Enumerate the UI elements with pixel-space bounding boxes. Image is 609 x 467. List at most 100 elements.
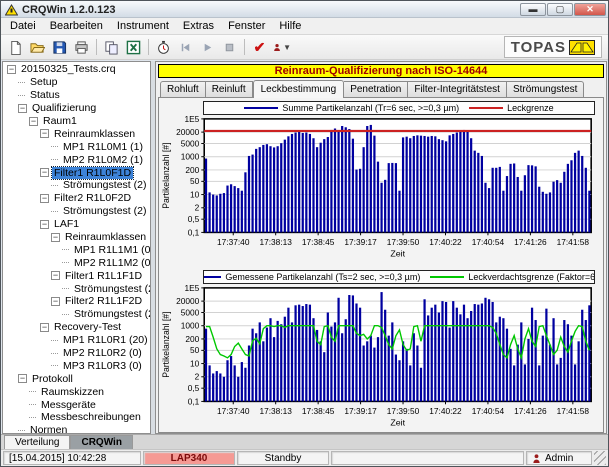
tree-item[interactable]: MP3 R1L0R3 (0): [5, 359, 150, 372]
tree-connector: [18, 430, 25, 431]
svg-text:1000: 1000: [181, 153, 200, 162]
svg-text:2: 2: [195, 204, 200, 213]
tab-penetration[interactable]: Penetration: [344, 81, 408, 97]
tree-item[interactable]: −Filter2 R1L0F2D: [5, 192, 150, 205]
tree-item[interactable]: MP1 R1L0R1 (20): [5, 334, 150, 347]
tree-item[interactable]: MP1 R1L1M1 (0): [5, 243, 150, 256]
tree-item[interactable]: MP2 R1L0R2 (0): [5, 347, 150, 360]
tree-item[interactable]: Messgeräte: [5, 398, 150, 411]
svg-text:17:37:40: 17:37:40: [217, 407, 250, 416]
tree-item[interactable]: MP2 R1L0M2 (1): [5, 153, 150, 166]
tree-item[interactable]: −Qualifizierung: [5, 102, 150, 115]
tree-item-label: Reinraumklassen: [52, 128, 137, 140]
close-button[interactable]: ✕: [574, 3, 606, 16]
tree-item-label: Filter2 R1L0F2D: [52, 192, 133, 204]
tree-expand-icon[interactable]: −: [18, 374, 27, 383]
menu-item-hilfe[interactable]: Hilfe: [272, 19, 308, 33]
tree-item[interactable]: MP2 R1L1M2 (0): [5, 256, 150, 269]
start-button[interactable]: [197, 37, 218, 57]
check-button[interactable]: ✔: [249, 37, 270, 57]
tree-item[interactable]: −Protokoll: [5, 372, 150, 385]
tree-item[interactable]: MP1 R1L0M1 (1): [5, 140, 150, 153]
qualification-panel: Reinraum-Qualifizierung nach ISO-14644 R…: [155, 61, 607, 434]
excel-export-icon: [126, 40, 141, 55]
svg-text:17:38:45: 17:38:45: [302, 407, 335, 416]
tab-filter-integrit-tstest[interactable]: Filter-Integritätstest: [408, 81, 507, 97]
tree-item[interactable]: Normen: [5, 424, 150, 434]
stop-icon: [222, 40, 237, 55]
timer-button[interactable]: [153, 37, 174, 57]
menu-item-datei[interactable]: Datei: [3, 19, 43, 33]
svg-text:1000: 1000: [181, 322, 200, 331]
tree-item-label: Strömungstest (2): [61, 179, 148, 191]
tree-expand-icon[interactable]: −: [51, 297, 60, 306]
svg-text:17:39:50: 17:39:50: [387, 238, 420, 247]
tab-reinluft[interactable]: Reinluft: [206, 81, 253, 97]
resize-grip[interactable]: [594, 451, 606, 465]
tree-item-label: MP1 R1L0M1 (1): [61, 141, 145, 153]
view-tab-verteilung[interactable]: Verteilung: [4, 435, 70, 449]
tree-item[interactable]: Strömungstest (2): [5, 308, 150, 321]
tree-expand-icon[interactable]: −: [51, 233, 60, 242]
svg-text:5000: 5000: [181, 139, 200, 148]
svg-text:1E5: 1E5: [184, 285, 199, 293]
tree-item[interactable]: Raumskizzen: [5, 385, 150, 398]
menu-item-bearbeiten[interactable]: Bearbeiten: [43, 19, 110, 33]
tree-item[interactable]: −Recovery-Test: [5, 321, 150, 334]
step-back-button[interactable]: [175, 37, 196, 57]
menu-item-fenster[interactable]: Fenster: [221, 19, 272, 33]
tree-item-label: LAF1: [52, 218, 81, 230]
view-tab-crqwin[interactable]: CRQWin: [70, 435, 132, 449]
tree-connector: [62, 314, 69, 315]
tree-item[interactable]: −Filter1 R1L1F1D: [5, 269, 150, 282]
stop-button[interactable]: [219, 37, 240, 57]
svg-text:17:41:26: 17:41:26: [514, 238, 547, 247]
tab-rohluft[interactable]: Rohluft: [160, 81, 206, 97]
menu-item-instrument[interactable]: Instrument: [110, 19, 176, 33]
svg-text:17:38:13: 17:38:13: [259, 238, 292, 247]
tree-expand-icon[interactable]: −: [40, 194, 49, 203]
minimize-button[interactable]: ▬: [520, 3, 546, 16]
tree-expand-icon[interactable]: −: [40, 129, 49, 138]
menu-item-extras[interactable]: Extras: [176, 19, 221, 33]
tree-item[interactable]: Strömungstest (2): [5, 179, 150, 192]
tree-item[interactable]: Status: [5, 89, 150, 102]
svg-text:17:41:58: 17:41:58: [557, 238, 590, 247]
open-file-button[interactable]: [27, 37, 48, 57]
new-file-button[interactable]: [5, 37, 26, 57]
tree-item[interactable]: −20150325_Tests.crq: [5, 63, 150, 76]
legend-item: Gemessene Partikelanzahl (Ts=2 sec, >=0,…: [203, 272, 420, 282]
svg-text:17:41:58: 17:41:58: [557, 407, 590, 416]
legend-line-swatch: [203, 276, 221, 278]
tree-expand-icon[interactable]: −: [40, 220, 49, 229]
tree-item[interactable]: −Filter1 R1L0F1D: [5, 166, 150, 179]
tree-item[interactable]: −Reinraumklassen: [5, 127, 150, 140]
tree-item[interactable]: −LAF1: [5, 218, 150, 231]
tree-expand-icon[interactable]: −: [7, 65, 16, 74]
print-button[interactable]: [71, 37, 92, 57]
tree-expand-icon[interactable]: −: [40, 323, 49, 332]
user-menu-button[interactable]: ▼: [271, 37, 292, 57]
tab-str-mungstest[interactable]: Strömungstest: [507, 81, 584, 97]
new-file-icon: [8, 40, 23, 55]
tree-expand-icon[interactable]: −: [40, 168, 49, 177]
maximize-button[interactable]: ▢: [547, 3, 573, 16]
tree-item[interactable]: −Reinraumklassen: [5, 231, 150, 244]
tree-item-label: Qualifizierung: [30, 102, 98, 114]
excel-export-button[interactable]: [123, 37, 144, 57]
save-button[interactable]: [49, 37, 70, 57]
copy-button[interactable]: [101, 37, 122, 57]
tree-expand-icon[interactable]: −: [29, 117, 38, 126]
tree-expand-icon[interactable]: −: [18, 104, 27, 113]
tree-item-label: Raumskizzen: [39, 386, 106, 398]
tree-item[interactable]: Messbeschreibungen: [5, 411, 150, 424]
tree-item[interactable]: Strömungstest (2): [5, 205, 150, 218]
status-datetime: [15.04.2015] 10:42:28: [3, 451, 141, 465]
tab-leckbestimmung[interactable]: Leckbestimmung: [253, 80, 345, 98]
tree-item[interactable]: −Raum1: [5, 115, 150, 128]
tree-expand-icon[interactable]: −: [51, 271, 60, 280]
tree-item[interactable]: Setup: [5, 76, 150, 89]
title-bar[interactable]: CRQWin 1.2.0.123 ▬ ▢ ✕: [1, 1, 608, 18]
tree-item[interactable]: Strömungstest (2): [5, 282, 150, 295]
tree-item[interactable]: −Filter2 R1L1F2D: [5, 295, 150, 308]
